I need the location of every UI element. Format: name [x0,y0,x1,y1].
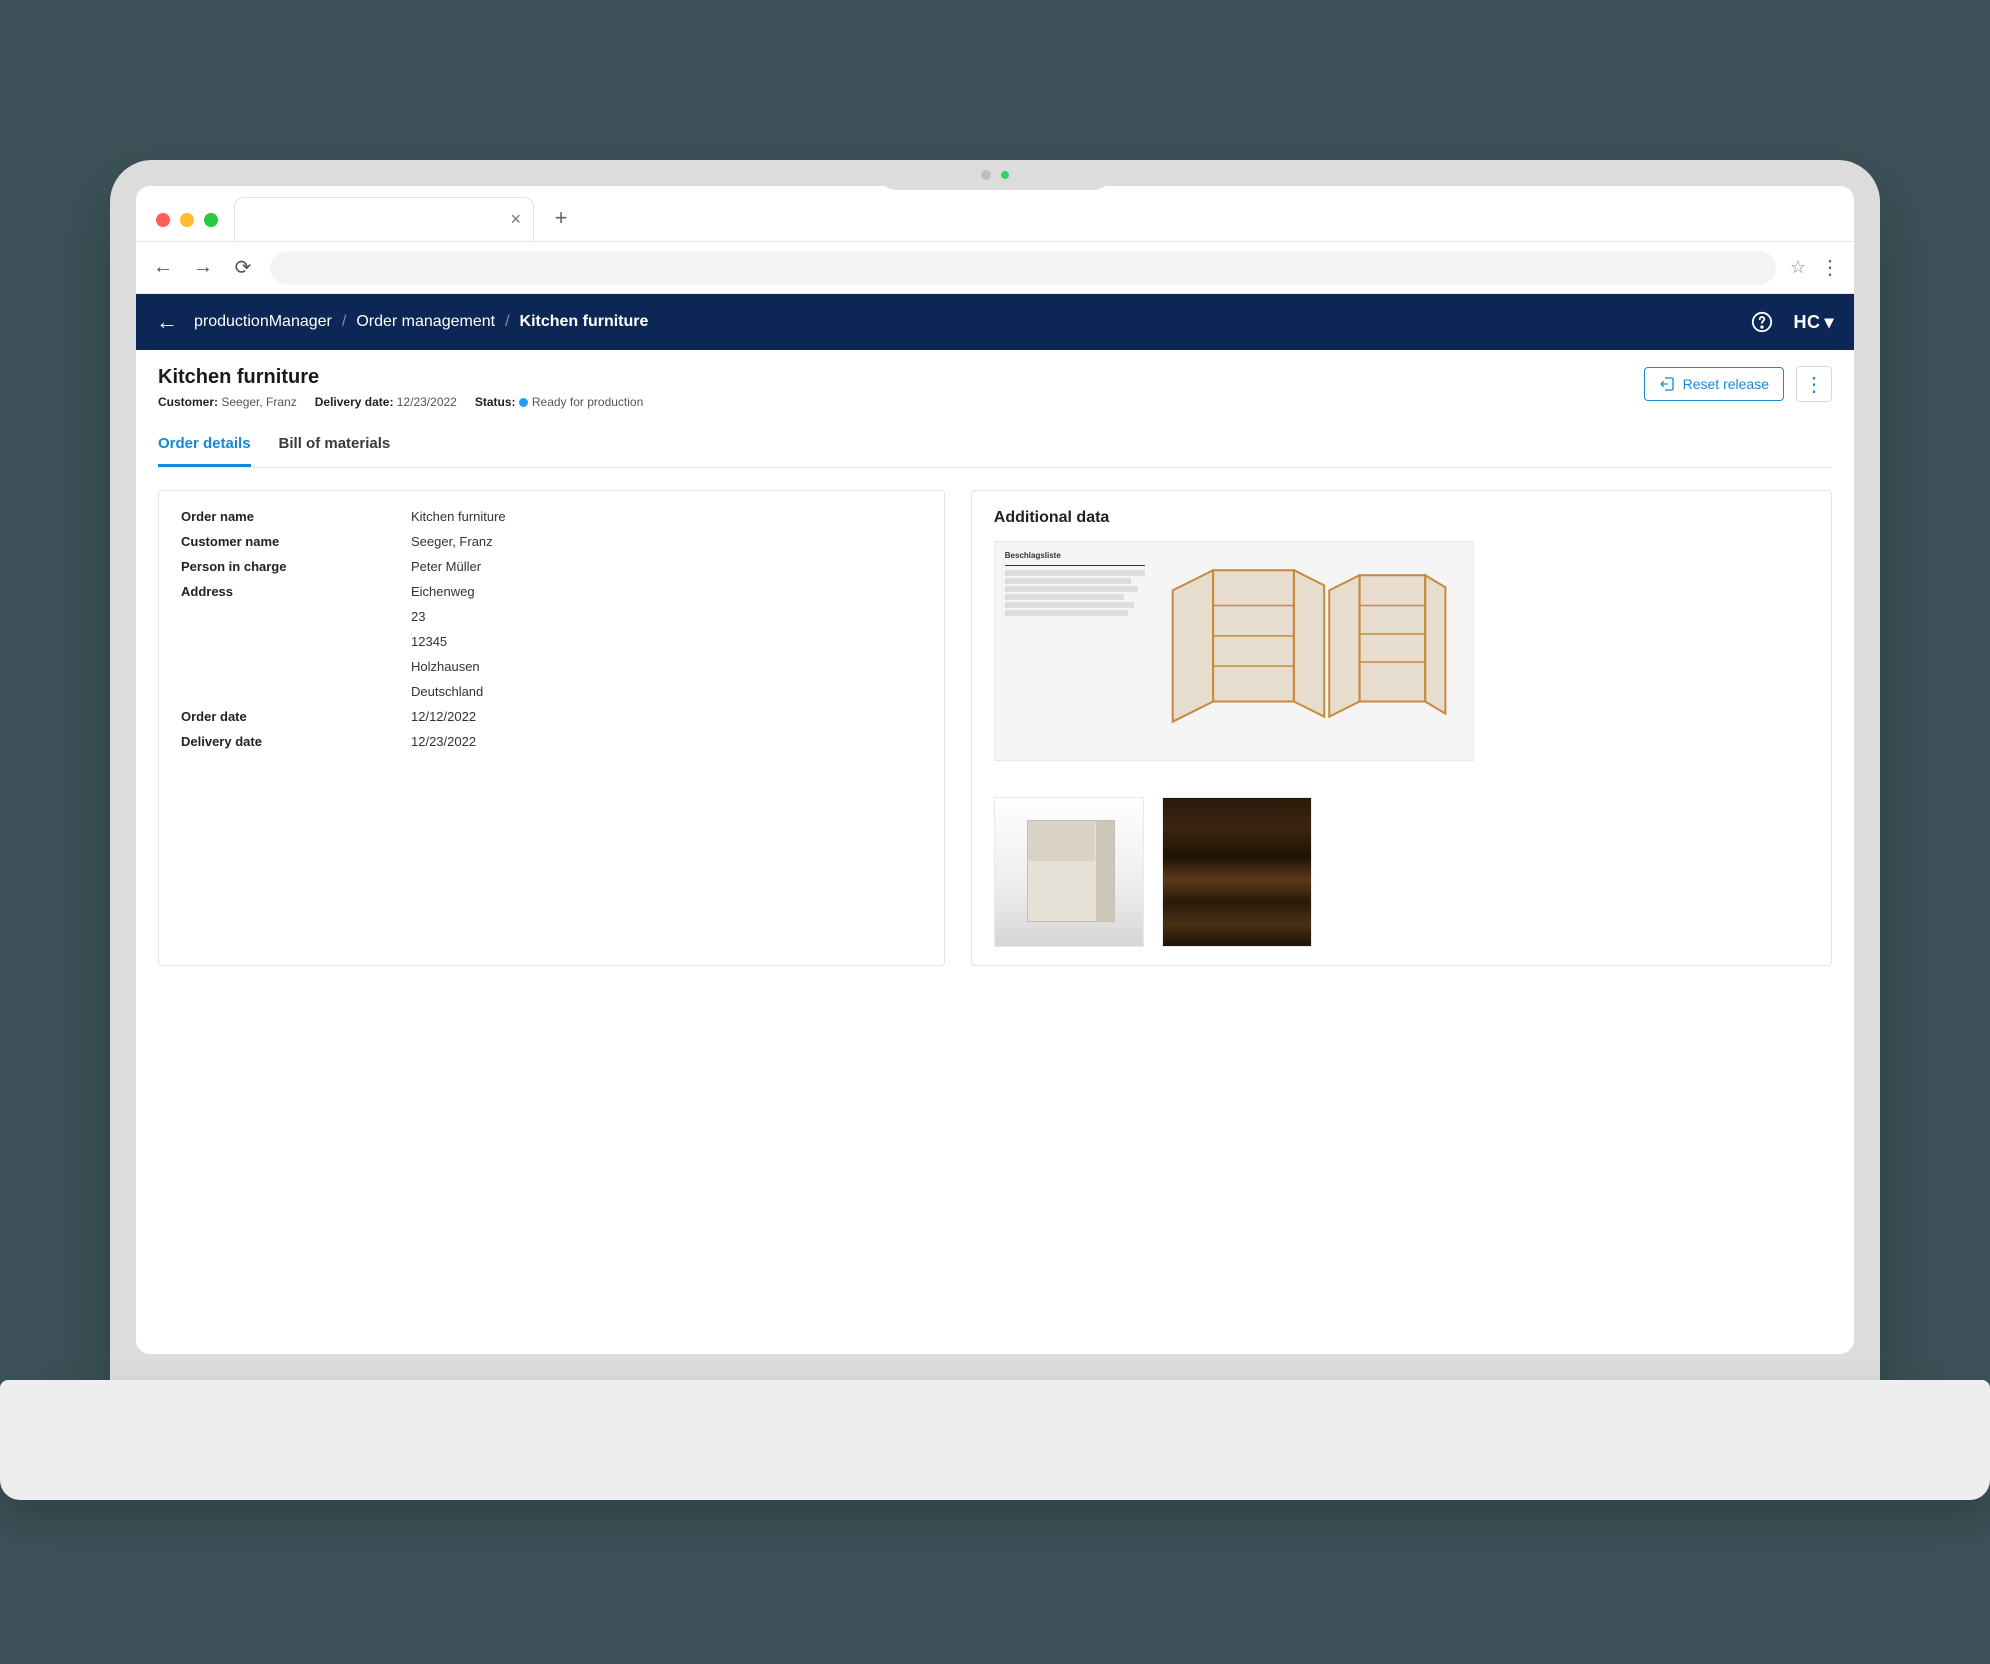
screen: × + ← → ⟳ ☆ ⋮ ← productionManager / Orde… [136,186,1854,1354]
person-in-charge-label: Person in charge [181,559,411,574]
close-tab-icon[interactable]: × [510,209,521,230]
meta-customer-value: Seeger, Franz [221,395,296,409]
title-bar: Kitchen furniture Customer: Seeger, Fran… [158,366,1832,409]
thumbnail-cabinet-render[interactable] [994,797,1144,947]
app-back-button[interactable]: ← [156,309,178,335]
customer-name-label: Customer name [181,534,411,549]
page-meta: Customer: Seeger, Franz Delivery date: 1… [158,395,643,409]
breadcrumb-app[interactable]: productionManager [194,313,332,331]
additional-data-card: Additional data Beschlagsliste [971,490,1832,966]
laptop-notch [880,160,1110,190]
cabinet-drawing-icon [1145,550,1463,752]
browser-toolbar: ← → ⟳ ☆ ⋮ [136,242,1854,294]
browser-tabbar: × + [136,186,1854,242]
additional-data-title: Additional data [994,509,1809,527]
minimize-window-icon[interactable] [180,213,194,227]
address-label: Address [181,584,411,599]
browser-tab[interactable]: × [234,197,534,241]
status-dot-icon [519,398,528,407]
meta-status-label: Status: [475,395,516,409]
chevron-down-icon: ▾ [1824,312,1834,333]
delivery-date-label: Delivery date [181,734,411,749]
order-name-value: Kitchen furniture [411,509,506,524]
laptop-frame: × + ← → ⟳ ☆ ⋮ ← productionManager / Orde… [110,160,1880,1380]
breadcrumb-separator: / [505,313,509,331]
tab-bill-of-materials[interactable]: Bill of materials [279,425,391,467]
tab-order-details[interactable]: Order details [158,425,251,467]
forward-button[interactable]: → [190,255,216,281]
order-name-label: Order name [181,509,411,524]
doc-title: Beschlagsliste [1005,551,1061,560]
person-in-charge-value: Peter Müller [411,559,481,574]
order-date-label: Order date [181,709,411,724]
brand-label: HC [1793,312,1820,333]
brand-menu[interactable]: HC ▾ [1793,312,1834,333]
page-tabs: Order details Bill of materials [158,425,1832,468]
address-zip: 12345 [411,634,922,649]
more-actions-button[interactable]: ⋮ [1796,366,1832,402]
breadcrumb-separator: / [342,313,346,331]
address-city: Holzhausen [411,659,922,674]
reset-icon [1659,376,1675,392]
help-icon[interactable] [1747,307,1777,337]
reset-release-label: Reset release [1683,376,1769,392]
meta-delivery-value: 12/23/2022 [397,395,457,409]
customer-name-value: Seeger, Franz [411,534,493,549]
close-window-icon[interactable] [156,213,170,227]
delivery-date-value: 12/23/2022 [411,734,476,749]
page-title: Kitchen furniture [158,366,643,389]
reset-release-button[interactable]: Reset release [1644,367,1784,401]
breadcrumb: productionManager / Order management / K… [194,313,648,331]
bookmark-icon[interactable]: ☆ [1790,257,1806,278]
thumbnail-wood-texture[interactable] [1162,797,1312,947]
order-details-card: Order nameKitchen furniture Customer nam… [158,490,945,966]
meta-status-value: Ready for production [532,395,643,409]
new-tab-button[interactable]: + [546,203,576,233]
address-country: Deutschland [411,684,922,699]
laptop-base [0,1380,1990,1500]
thumbnail-technical-drawing[interactable]: Beschlagsliste [994,541,1474,761]
led-icon [1001,171,1009,179]
address-number: 23 [411,609,922,624]
breadcrumb-current: Kitchen furniture [520,313,649,331]
maximize-window-icon[interactable] [204,213,218,227]
meta-delivery-label: Delivery date: [315,395,394,409]
address-street: Eichenweg [411,584,475,599]
reload-button[interactable]: ⟳ [230,255,256,281]
breadcrumb-section[interactable]: Order management [356,313,495,331]
meta-customer-label: Customer: [158,395,218,409]
window-controls [156,213,218,227]
camera-icon [981,170,991,180]
app-body: Kitchen furniture Customer: Seeger, Fran… [136,350,1854,1354]
url-input[interactable] [270,251,1776,285]
browser-menu-icon[interactable]: ⋮ [1820,255,1840,280]
back-button[interactable]: ← [150,255,176,281]
order-date-value: 12/12/2022 [411,709,476,724]
app-header: ← productionManager / Order management /… [136,294,1854,350]
